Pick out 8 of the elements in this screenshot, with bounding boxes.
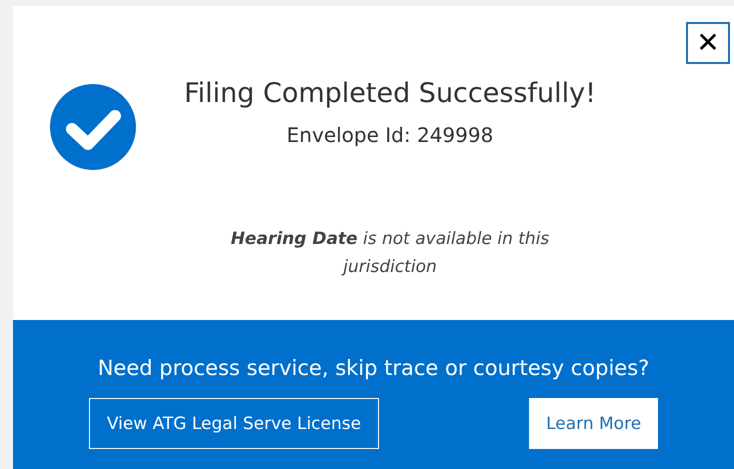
check-circle-icon bbox=[50, 84, 136, 170]
learn-more-button[interactable]: Learn More bbox=[529, 398, 658, 449]
close-button[interactable]: ✕ bbox=[686, 22, 730, 64]
dialog-title: Filing Completed Successfully! bbox=[184, 78, 596, 109]
license-button[interactable]: View ATG Legal Serve License bbox=[88, 398, 380, 449]
envelope-id: Envelope Id: 249998 bbox=[286, 123, 494, 147]
hearing-date-note: Hearing Date is not available in this jurisdiction bbox=[230, 228, 550, 279]
banner-text: Need process service, skip trace or courtesy copies? bbox=[98, 356, 650, 380]
